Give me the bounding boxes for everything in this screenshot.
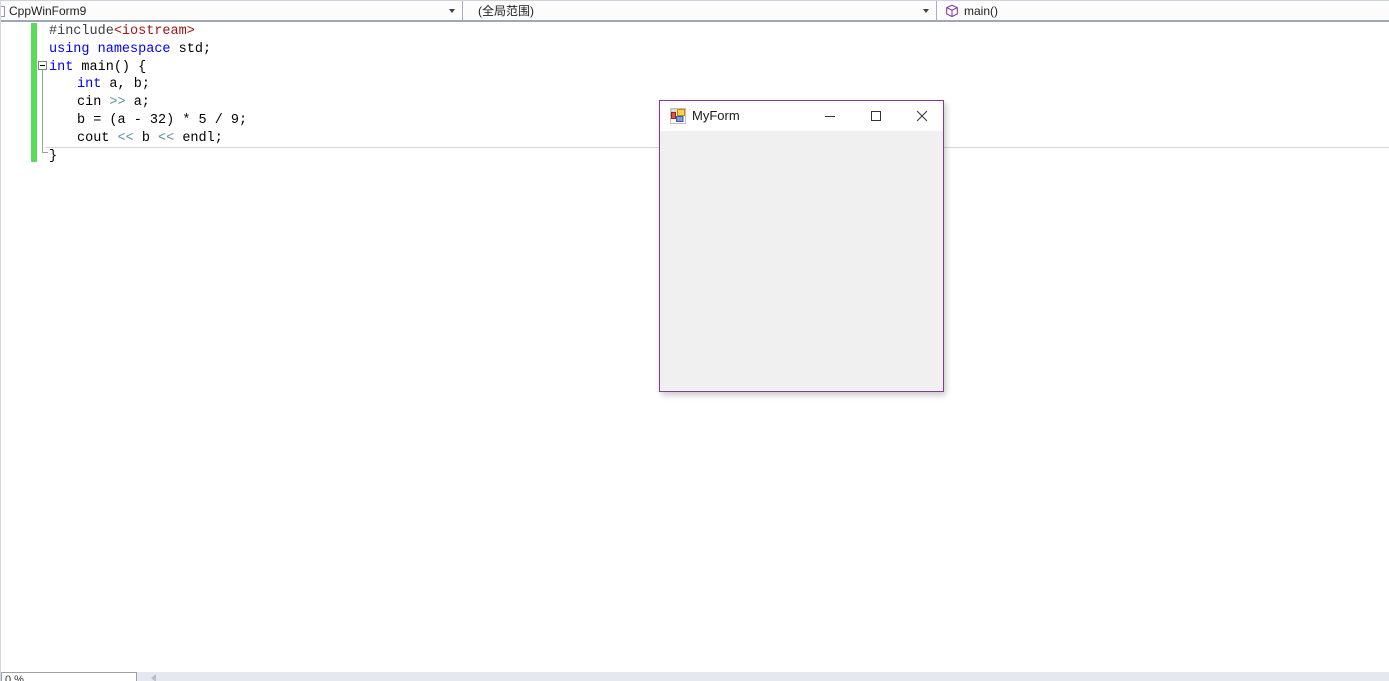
editor-zoom-value: 0 % (5, 674, 24, 681)
designer-window-title: MyForm (692, 108, 740, 123)
member-dropdown[interactable]: main() (936, 1, 1389, 20)
winforms-app-icon (670, 108, 686, 124)
code-line[interactable]: using namespace std; (1, 41, 1389, 59)
code-line[interactable]: int main() { (1, 59, 1389, 77)
maximize-button[interactable] (861, 105, 891, 127)
chevron-down-icon[interactable] (449, 9, 455, 13)
project-dropdown-label: CppWinForm9 (9, 3, 87, 18)
code-line[interactable]: #include<iostream> (1, 23, 1389, 41)
navigation-bar: CppWinForm9 (全局范围) main() (1, 0, 1389, 22)
close-button[interactable] (907, 105, 937, 127)
editor-zoom-control[interactable]: 0 % (1, 672, 137, 681)
scope-dropdown[interactable]: (全局范围) (462, 1, 936, 20)
designer-window-titlebar[interactable]: MyForm (660, 101, 943, 131)
member-dropdown-label: main() (964, 3, 999, 18)
method-icon (945, 4, 959, 18)
scroll-left-arrow-icon[interactable] (151, 674, 156, 681)
vs-editor-screen: CppWinForm9 (全局范围) main() #include<iostr… (0, 0, 1389, 681)
designer-form-surface[interactable] (660, 131, 943, 391)
project-icon (1, 6, 5, 17)
minimize-button[interactable] (815, 105, 845, 127)
horizontal-scrollbar[interactable]: 0 % (1, 672, 1389, 681)
designer-window[interactable]: MyForm (659, 100, 944, 392)
chevron-down-icon[interactable] (923, 9, 929, 13)
project-dropdown[interactable]: CppWinForm9 (1, 1, 462, 20)
code-line[interactable]: int a, b; (1, 76, 1389, 94)
scope-dropdown-label: (全局范围) (478, 4, 534, 18)
